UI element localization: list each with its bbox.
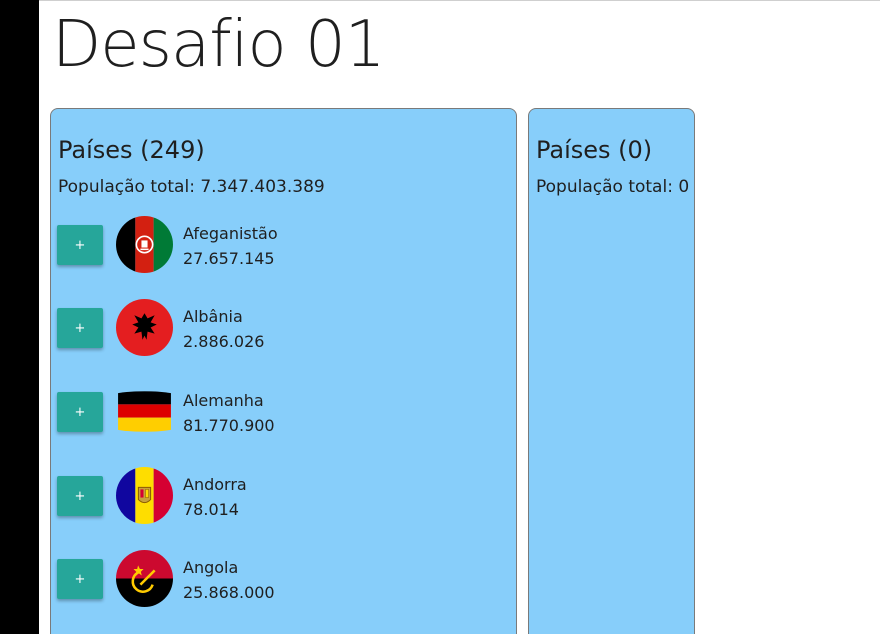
country-population: 25.868.000 (183, 583, 275, 602)
germany-flag-icon (118, 391, 171, 432)
country-row: + Albânia 2.886.026 (51, 299, 511, 357)
countries-panel: Países (249) População total: 7.347.403.… (50, 108, 517, 634)
selected-total-population: População total: 0 (536, 177, 690, 197)
country-name: Andorra (183, 475, 247, 494)
andorra-flag-icon (116, 467, 173, 524)
country-population: 78.014 (183, 500, 239, 519)
afghanistan-flag-icon (116, 216, 173, 273)
country-name: Afeganistão (183, 224, 278, 243)
add-country-button[interactable]: + (57, 476, 103, 516)
selected-panel-title: Países (0) (536, 136, 653, 164)
country-row: + Afeganistão 27.657.145 (51, 216, 511, 274)
top-divider (39, 0, 880, 1)
country-population: 2.886.026 (183, 332, 265, 351)
page-title: Desafio 01 (52, 8, 385, 82)
add-country-button[interactable]: + (57, 225, 103, 265)
country-row: + Andorra 78.014 (51, 467, 511, 525)
countries-total-population: População total: 7.347.403.389 (58, 177, 325, 197)
albania-flag-icon (116, 299, 173, 356)
angola-flag-icon (116, 550, 173, 607)
left-black-bar (0, 0, 39, 634)
country-row: + Angola 25.868.000 (51, 550, 511, 608)
add-country-button[interactable]: + (57, 308, 103, 348)
country-population: 81.770.900 (183, 416, 275, 435)
country-name: Alemanha (183, 391, 264, 410)
country-population: 27.657.145 (183, 249, 275, 268)
countries-panel-title: Países (249) (58, 136, 205, 164)
country-row: + Alemanha 81.770.900 (51, 383, 511, 441)
country-name: Albânia (183, 307, 243, 326)
country-name: Angola (183, 558, 239, 577)
add-country-button[interactable]: + (57, 392, 103, 432)
selected-countries-panel: Países (0) População total: 0 (528, 108, 695, 634)
add-country-button[interactable]: + (57, 559, 103, 599)
